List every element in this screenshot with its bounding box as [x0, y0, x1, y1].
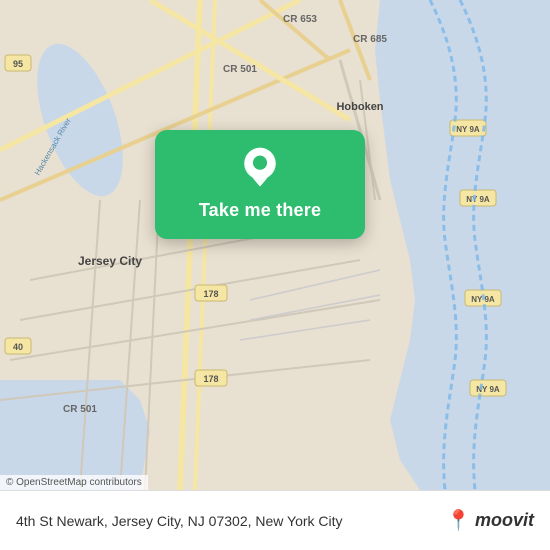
svg-text:CR 685: CR 685 [353, 34, 387, 45]
svg-text:178: 178 [203, 289, 218, 299]
svg-text:NY 9A: NY 9A [466, 195, 490, 204]
svg-text:CR 501: CR 501 [223, 64, 257, 75]
map-container: 178 178 NY 9A NY 9A NY 9A NY 9A CR 653 C… [0, 0, 550, 490]
address-text: 4th St Newark, Jersey City, NJ 07302, Ne… [16, 513, 438, 529]
svg-text:178: 178 [203, 374, 218, 384]
app: 178 178 NY 9A NY 9A NY 9A NY 9A CR 653 C… [0, 0, 550, 550]
svg-text:Hoboken: Hoboken [336, 101, 383, 113]
take-me-there-button[interactable]: Take me there [199, 200, 321, 221]
svg-text:CR 653: CR 653 [283, 14, 317, 25]
map-attribution: © OpenStreetMap contributors [0, 475, 148, 490]
location-pin-icon [238, 146, 282, 190]
bottom-bar: 4th St Newark, Jersey City, NJ 07302, Ne… [0, 490, 550, 550]
svg-text:Jersey City: Jersey City [78, 254, 142, 268]
moovit-logo: 📍 moovit [446, 508, 534, 533]
svg-text:CR 501: CR 501 [63, 404, 97, 415]
moovit-brand-text: moovit [475, 510, 534, 531]
svg-text:40: 40 [13, 342, 23, 352]
svg-text:95: 95 [13, 59, 23, 69]
moovit-pin-icon: 📍 [446, 508, 471, 533]
popup-card: Take me there [155, 130, 365, 239]
svg-text:NY 9A: NY 9A [456, 125, 480, 134]
